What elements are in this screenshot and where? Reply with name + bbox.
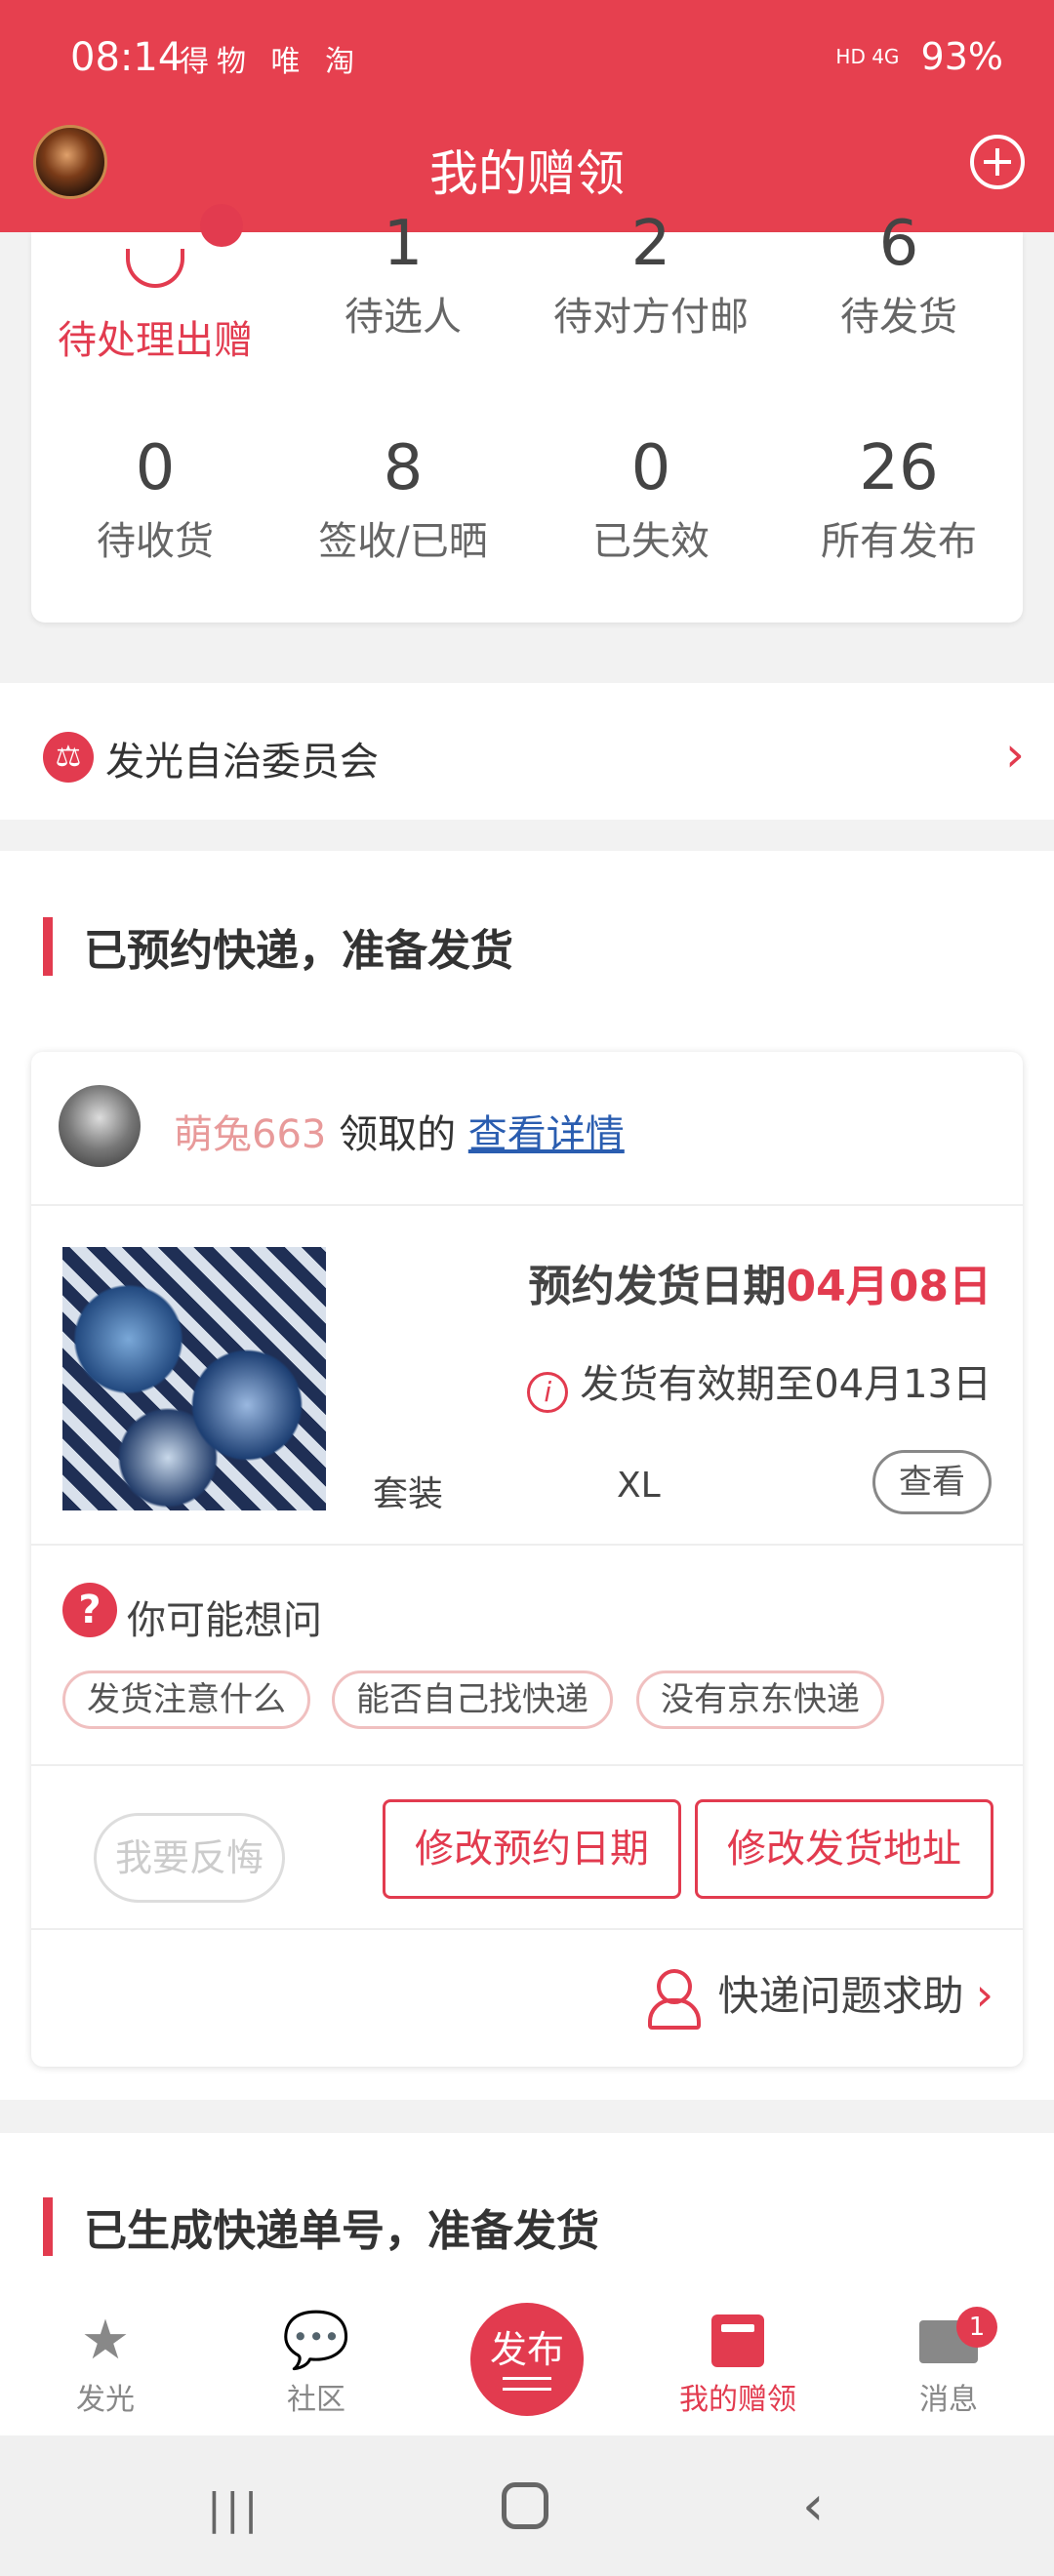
tab-my-gifts[interactable]: 我的赠领: [632, 2307, 843, 2418]
stat-label: 待收货: [97, 519, 214, 564]
battery-level: 93%: [920, 35, 1003, 78]
home-icon[interactable]: [502, 2482, 548, 2529]
stat-await-postage[interactable]: 2 待对方付邮: [527, 203, 775, 342]
stat-value: 8: [383, 432, 424, 504]
chat-icon: 💬: [282, 2309, 350, 2372]
view-button[interactable]: 查看: [872, 1450, 992, 1514]
stat-label: 待处理出赠: [58, 318, 253, 363]
regret-button[interactable]: 我要反悔: [94, 1813, 285, 1903]
stat-label: 待对方付邮: [553, 295, 749, 340]
chevron-right-icon: ›: [975, 1968, 993, 2021]
stat-value: 1: [383, 208, 424, 280]
question-icon: ?: [62, 1583, 117, 1637]
tab-messages[interactable]: 1 消息: [843, 2307, 1054, 2418]
status-indicators: HD 4G 93%: [835, 35, 1003, 78]
divider: [31, 1928, 1023, 1930]
section-accent-bar: [43, 917, 53, 976]
publish-underline: [503, 2388, 551, 2391]
stat-label: 已失效: [592, 519, 709, 564]
committee-label: 发光自治委员会: [105, 740, 379, 785]
express-help-link[interactable]: 快递问题求助 ›: [647, 1963, 993, 2030]
tab-community[interactable]: 💬 社区: [211, 2307, 422, 2418]
section-title: 已预约快递，准备发货: [84, 926, 513, 976]
qa-chip[interactable]: 能否自己找快递: [332, 1670, 613, 1729]
stat-label: 待发货: [840, 295, 957, 340]
signal-text: HD 4G: [835, 45, 900, 68]
stat-label: 待选人: [345, 295, 462, 340]
stat-await-receipt[interactable]: 0 待收货: [31, 427, 279, 566]
stat-value: 6: [878, 208, 919, 280]
section-booked-express: 已预约快递，准备发货 萌兔663 领取的 查看详情 预约发货日期04月08日 i…: [0, 851, 1054, 2100]
status-app-icons: 得物 唯 淘: [180, 45, 363, 79]
spec-type: 套装: [373, 1474, 444, 1514]
info-icon: i: [527, 1372, 569, 1413]
page-title: 我的赠领: [429, 145, 625, 202]
ship-date: 预约发货日期04月08日: [529, 1251, 992, 1313]
stat-label: 签收/已晒: [318, 519, 488, 564]
product-image[interactable]: [62, 1247, 326, 1510]
star-icon: ★: [80, 2309, 131, 2372]
qa-chip[interactable]: 发货注意什么: [62, 1670, 310, 1729]
tab-label: 社区: [287, 2383, 345, 2417]
chevron-right-icon: ›: [1005, 726, 1025, 783]
receiver-name[interactable]: 萌兔663: [174, 1112, 326, 1157]
receiver-avatar[interactable]: [59, 1085, 141, 1167]
divider: [31, 1204, 1023, 1206]
stats-card: 待处理出赠 1 待选人 2 待对方付邮 6 待发货 0 待收货 8 签收/已晒 …: [31, 204, 1023, 623]
gift-book-icon: [711, 2314, 764, 2367]
stat-select-person[interactable]: 1 待选人: [279, 203, 527, 342]
publish-button[interactable]: 发布: [470, 2303, 584, 2416]
section-accent-bar: [43, 2197, 53, 2256]
system-nav-bar: ||| ‹: [0, 2435, 1054, 2576]
recent-apps-icon[interactable]: |||: [207, 2484, 262, 2534]
committee-icon: ⚖: [43, 732, 94, 783]
stat-icon-wrap: [31, 204, 279, 308]
stat-expired[interactable]: 0 已失效: [527, 427, 775, 566]
stat-await-shipping[interactable]: 6 待发货: [775, 203, 1023, 342]
mail-icon-wrap: [843, 2307, 1054, 2375]
tab-label: 发光: [76, 2383, 135, 2417]
back-icon[interactable]: ‹: [802, 2475, 824, 2538]
stat-all-posts[interactable]: 26 所有发布: [775, 427, 1023, 566]
stat-value: 2: [630, 208, 671, 280]
expiry-line: i 发货有效期至04月13日: [527, 1352, 992, 1413]
divider: [31, 1764, 1023, 1766]
stat-label: 所有发布: [821, 519, 977, 564]
stat-value: 26: [859, 432, 939, 504]
gift-book-icon-wrap: [632, 2307, 843, 2375]
order-card: 萌兔663 领取的 查看详情 预约发货日期04月08日 i 发货有效期至04月13…: [31, 1052, 1023, 2067]
publish-underline: [503, 2377, 551, 2380]
qa-title: 你可能想问: [127, 1598, 322, 1643]
tab-label: 消息: [919, 2383, 978, 2417]
status-bar: 08:14 得物 唯 淘 HD 4G 93%: [0, 0, 1054, 117]
stat-signed[interactable]: 8 签收/已晒: [279, 427, 527, 566]
stat-pending-gift[interactable]: 待处理出赠: [31, 204, 279, 365]
view-detail-link[interactable]: 查看详情: [468, 1112, 625, 1157]
ship-date-value: 04月08日: [786, 1262, 992, 1311]
receiver-line: 萌兔663 领取的 查看详情: [174, 1103, 625, 1159]
section-tracking-generated: 已生成快递单号，准备发货: [0, 2133, 1054, 2289]
section-title: 已生成快递单号，准备发货: [84, 2206, 599, 2256]
committee-row[interactable]: ⚖ 发光自治委员会 ›: [0, 683, 1054, 820]
tab-glow[interactable]: ★ 发光: [0, 2307, 211, 2418]
spec-size: XL: [617, 1466, 661, 1506]
help-text: 快递问题求助: [717, 1972, 964, 2020]
tab-label: 我的赠领: [679, 2383, 796, 2417]
status-time: 08:14: [70, 35, 183, 80]
expiry-text: 发货有效期至04月13日: [580, 1362, 992, 1407]
modify-address-button[interactable]: 修改发货地址: [695, 1799, 993, 1899]
gift-basket-icon: [126, 204, 243, 288]
stat-value: 0: [135, 432, 176, 504]
ship-date-label: 预约发货日期: [528, 1262, 787, 1311]
person-icon: [647, 1969, 701, 2030]
divider: [31, 1544, 1023, 1546]
notification-dot: [200, 204, 243, 247]
modify-date-button[interactable]: 修改预约日期: [383, 1799, 681, 1899]
add-icon[interactable]: [970, 135, 1025, 189]
stat-value: 0: [630, 432, 671, 504]
qa-chip[interactable]: 没有京东快递: [636, 1670, 884, 1729]
claimed-text: 领取的: [339, 1112, 457, 1157]
message-badge: 1: [956, 2307, 997, 2348]
publish-label: 发布: [489, 2328, 564, 2371]
